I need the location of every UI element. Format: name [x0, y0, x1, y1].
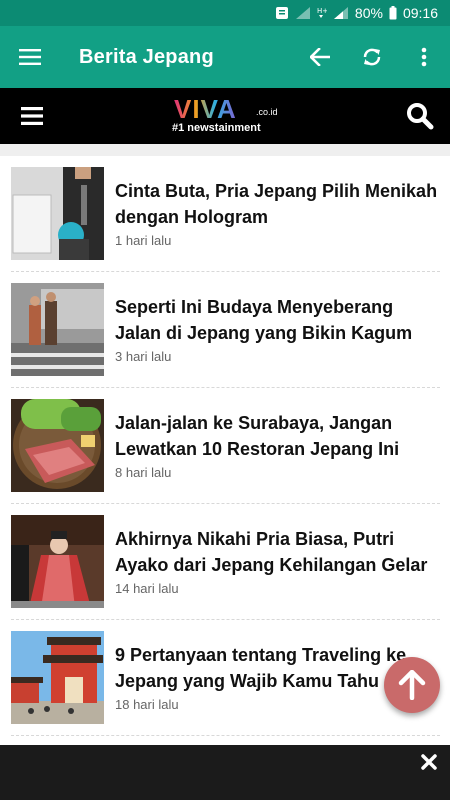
- svg-text:H+: H+: [317, 7, 327, 15]
- menu-icon[interactable]: [0, 26, 60, 88]
- battery-icon: [389, 6, 397, 20]
- article-thumbnail: [11, 515, 104, 608]
- article-item[interactable]: Akhirnya Nikahi Pria Biasa, Putri Ayako …: [0, 504, 450, 620]
- signal-weak-icon: [295, 6, 311, 20]
- hplus-network-icon: H+: [317, 6, 327, 20]
- article-item[interactable]: Cinta Buta, Pria Jepang Pilih Menikah de…: [0, 156, 450, 272]
- viva-logo[interactable]: VIVA .co.id #1 newstainment: [172, 94, 284, 138]
- article-item[interactable]: Seperti Ini Budaya Menyeberang Jalan di …: [0, 272, 450, 388]
- article-time: 14 hari lalu: [115, 581, 179, 596]
- close-icon[interactable]: [418, 751, 440, 773]
- article-thumbnail: [11, 399, 104, 492]
- overflow-menu-icon[interactable]: [398, 26, 450, 88]
- logo-suffix: .co.id: [256, 107, 278, 117]
- notification-icon: [275, 6, 289, 20]
- refresh-icon[interactable]: [346, 26, 398, 88]
- battery-percent: 80%: [354, 5, 383, 21]
- article-thumbnail: [11, 167, 104, 260]
- app-title: Berita Jepang: [79, 45, 214, 68]
- article-item[interactable]: Jalan-jalan ke Surabaya, Jangan Lewatkan…: [0, 388, 450, 504]
- header-spacer: [0, 144, 450, 156]
- arrow-up-icon: [398, 670, 426, 700]
- ad-banner: [0, 745, 450, 800]
- article-time: 8 hari lalu: [115, 465, 172, 480]
- hamburger-icon[interactable]: [14, 102, 50, 130]
- app-bar: Berita Jepang: [0, 26, 450, 88]
- divider: [11, 735, 440, 736]
- article-time: 18 hari lalu: [115, 697, 179, 712]
- article-title[interactable]: Seperti Ini Budaya Menyeberang Jalan di …: [115, 294, 440, 346]
- back-arrow-icon[interactable]: [294, 26, 346, 88]
- article-item[interactable]: 9 Pertanyaan tentang Traveling ke Jepang…: [0, 620, 450, 736]
- article-time: 1 hari lalu: [115, 233, 172, 248]
- status-bar: H+ 80% 09:16: [0, 0, 450, 26]
- article-title[interactable]: Cinta Buta, Pria Jepang Pilih Menikah de…: [115, 178, 440, 230]
- article-time: 3 hari lalu: [115, 349, 172, 364]
- article-title[interactable]: Jalan-jalan ke Surabaya, Jangan Lewatkan…: [115, 410, 440, 462]
- site-header: VIVA .co.id #1 newstainment: [0, 88, 450, 144]
- search-icon[interactable]: [404, 100, 436, 132]
- signal-icon: [333, 6, 349, 20]
- clock: 09:16: [402, 5, 438, 21]
- logo-tagline: #1 newstainment: [172, 122, 261, 134]
- scroll-top-button[interactable]: [384, 657, 440, 713]
- logo-wordmark: VIVA: [174, 94, 237, 125]
- article-thumbnail: [11, 283, 104, 376]
- article-thumbnail: [11, 631, 104, 724]
- logo-text: VIVA: [174, 94, 237, 124]
- article-title[interactable]: Akhirnya Nikahi Pria Biasa, Putri Ayako …: [115, 526, 440, 578]
